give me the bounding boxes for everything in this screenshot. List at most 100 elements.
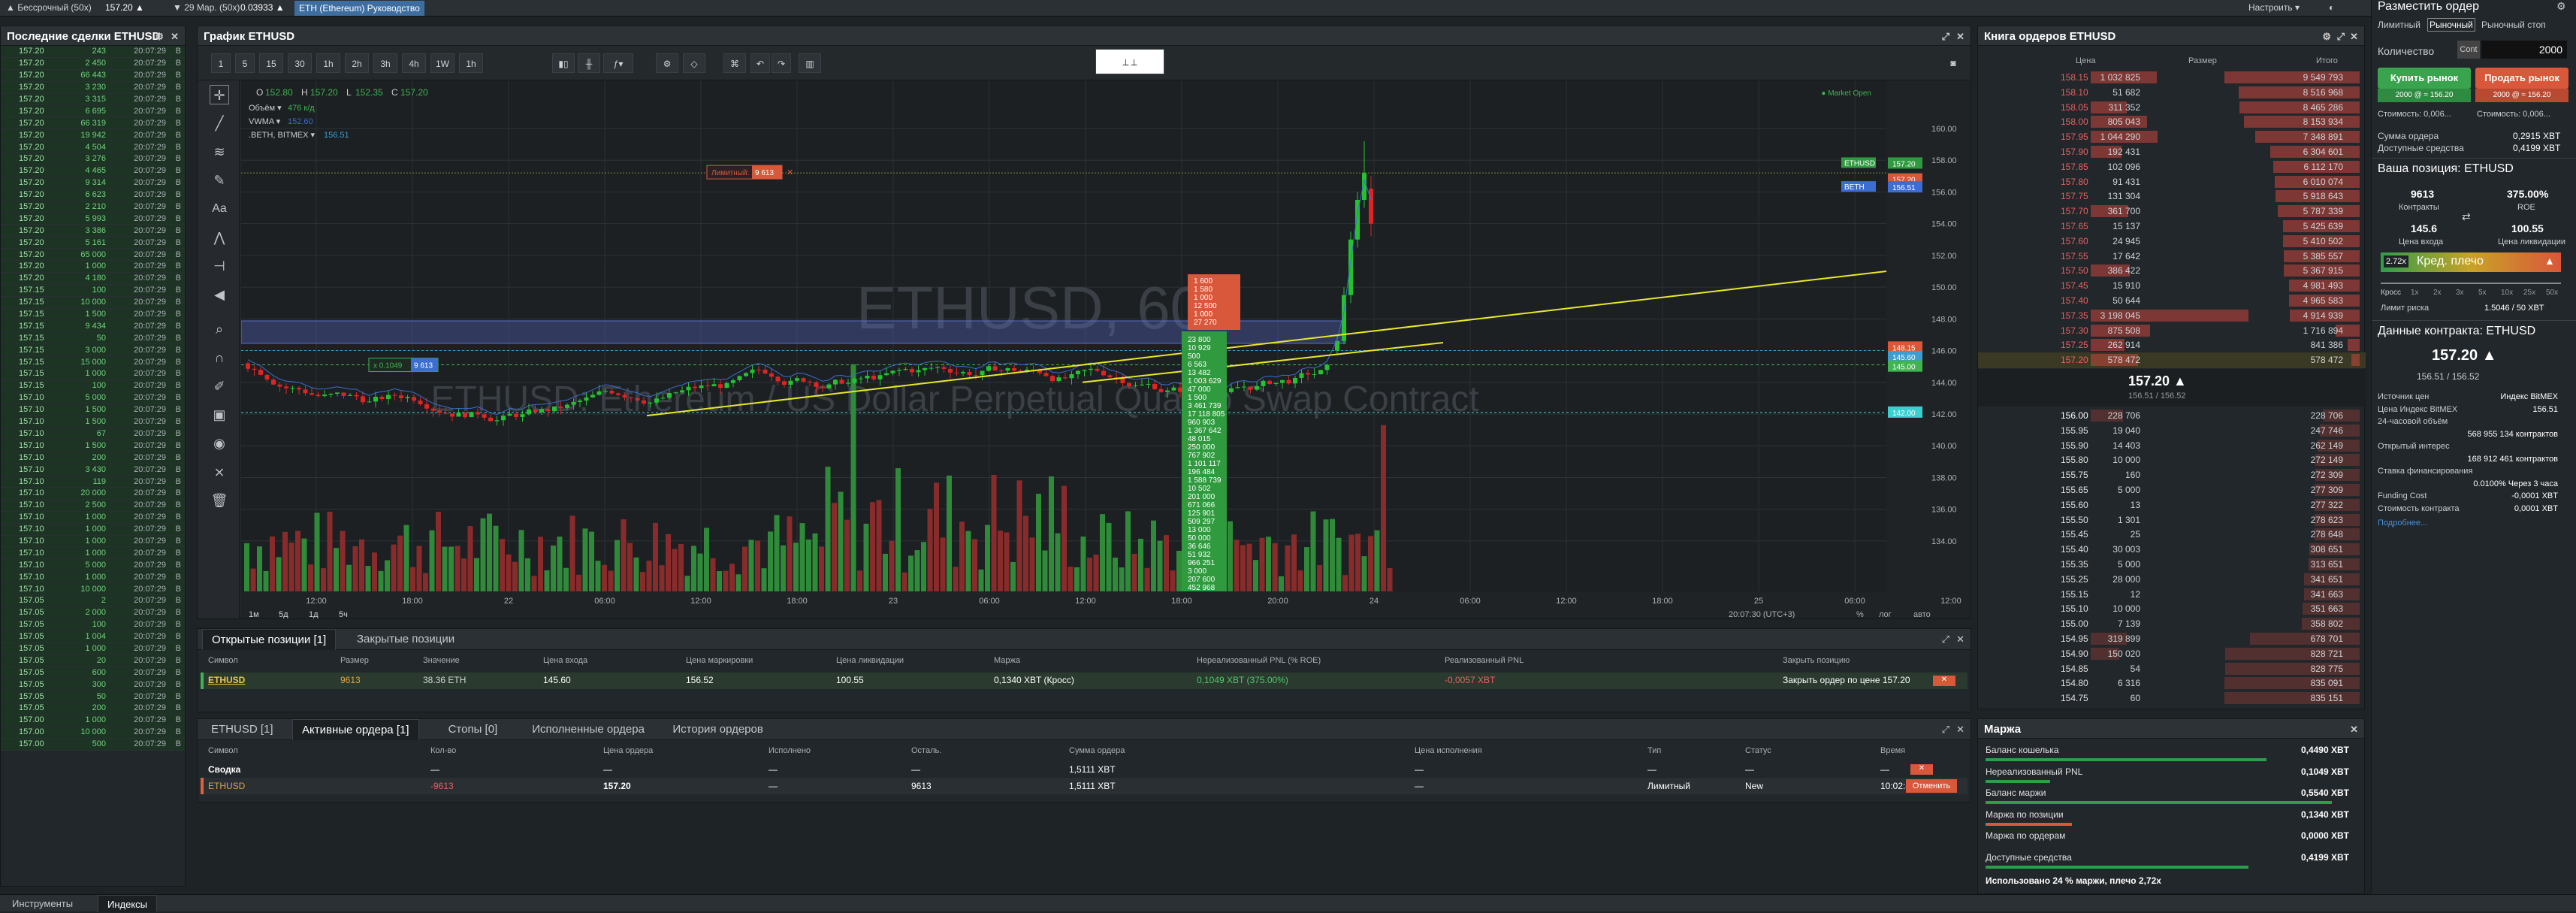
ob-row[interactable]: 155.40 30 003 308 651 <box>1978 542 2366 558</box>
pct-toggle[interactable]: % <box>1856 610 1864 618</box>
ob-row[interactable]: 157.75 131 304 5 918 643 <box>1978 189 2366 204</box>
indicators-icon[interactable]: ƒ▾ <box>603 53 633 73</box>
ob-row[interactable]: 157.80 91 431 6 010 074 <box>1978 174 2366 190</box>
ob-row[interactable]: 155.00 7 139 358 802 <box>1978 616 2366 632</box>
expand-icon[interactable]: ⤢ <box>1942 724 1949 736</box>
price-scale-button[interactable]: ⟂ ⟂ <box>1095 49 1164 74</box>
expand-icon[interactable]: ⤢ <box>1942 633 1949 645</box>
orders-tab[interactable]: История ордеров <box>663 719 772 740</box>
magnet-icon[interactable]: ∩ <box>210 348 229 367</box>
ob-row[interactable]: 155.60 13 277 322 <box>1978 497 2366 513</box>
close-position-icon[interactable]: ✕ <box>1933 676 1955 686</box>
ob-row[interactable]: 157.95 1 044 290 7 348 891 <box>1978 129 2366 145</box>
buy-market-button[interactable]: Купить рынок <box>2378 68 2471 89</box>
close-icon[interactable]: ✕ <box>171 31 179 43</box>
gear-icon[interactable]: ⚙ <box>2556 0 2566 13</box>
settings-icon[interactable]: ⚙ <box>155 31 164 43</box>
ob-row[interactable]: 155.50 1 301 278 623 <box>1978 512 2366 528</box>
time-axis[interactable] <box>241 591 1971 618</box>
template-icon[interactable]: ⌘ <box>723 53 746 73</box>
interval-button[interactable]: 1h <box>316 53 340 73</box>
cross-label[interactable]: Кросс <box>2381 289 2401 297</box>
trash-icon[interactable]: 🗑 <box>210 491 229 510</box>
pos-symbol[interactable]: ETHUSD <box>208 675 245 685</box>
ob-row[interactable]: 158.10 51 682 8 516 968 <box>1978 85 2366 101</box>
tab-instruments[interactable]: Инструменты <box>3 895 82 912</box>
ob-row[interactable]: 157.60 24 945 5 410 502 <box>1978 234 2366 249</box>
ob-row[interactable]: 157.40 50 644 4 965 583 <box>1978 293 2366 309</box>
ob-row[interactable]: 154.75 60 835 151 <box>1978 691 2366 706</box>
ob-row[interactable]: 155.45 25 278 648 <box>1978 527 2366 543</box>
text-icon[interactable]: Aa <box>210 199 229 219</box>
tab-limit[interactable]: Лимитный <box>2378 20 2420 30</box>
interval-button[interactable]: 3h <box>373 53 397 73</box>
ob-row[interactable]: 155.65 5 000 277 309 <box>1978 482 2366 498</box>
lock-icon[interactable]: ▣ <box>210 405 229 425</box>
ob-row[interactable]: 157.65 15 137 5 425 639 <box>1978 219 2366 234</box>
close-icon[interactable]: ✕ <box>1956 633 1964 645</box>
ob-row[interactable]: 157.30 875 508 1 716 894 <box>1978 323 2366 339</box>
interval-button[interactable]: 5 <box>235 53 255 73</box>
brush-icon[interactable]: ✎ <box>210 171 229 190</box>
fib-icon[interactable]: ≋ <box>210 142 229 162</box>
ob-row[interactable]: 155.25 28 000 341 651 <box>1978 572 2366 588</box>
ob-row[interactable]: 157.90 192 431 6 304 601 <box>1978 144 2366 160</box>
ob-row[interactable]: 154.85 54 828 775 <box>1978 661 2366 677</box>
arrow-icon[interactable]: ◀ <box>210 285 229 304</box>
close-icon[interactable]: ✕ <box>2350 724 2358 736</box>
ob-row[interactable]: 155.90 14 403 262 149 <box>1978 438 2366 454</box>
tab-indices[interactable]: Индексы <box>98 895 158 912</box>
price-chart[interactable]: ETHUSD, 60ETHUSD: Ethereum / US Dollar P… <box>241 80 1971 618</box>
ob-row[interactable]: 157.50 386 422 5 367 915 <box>1978 263 2366 279</box>
interval-button[interactable]: 1W <box>430 53 454 73</box>
sell-market-button[interactable]: Продать рынок <box>2475 68 2568 89</box>
pos-close[interactable]: Закрыть ордер по цене 157.20 <box>1783 675 1910 685</box>
compare-icon[interactable]: ◇ <box>683 53 705 73</box>
ob-row[interactable]: 155.15 12 341 663 <box>1978 587 2366 603</box>
ob-row[interactable]: 157.35 3 198 045 4 914 939 <box>1978 308 2366 324</box>
candles-icon[interactable]: ▮▯ <box>552 53 575 73</box>
expand-icon[interactable]: ⤢ <box>2337 31 2345 43</box>
customize-menu[interactable]: Настроить ▾ <box>2248 2 2300 14</box>
interval-button[interactable]: 4h <box>402 53 426 73</box>
ob-row[interactable]: 157.20 578 472 578 472 <box>1978 352 2366 369</box>
ob-row[interactable]: 157.45 15 910 4 981 493 <box>1978 278 2366 294</box>
ob-row[interactable]: 155.80 10 000 272 149 <box>1978 452 2366 468</box>
tab-closed-positions[interactable]: Закрытые позиции <box>348 629 464 650</box>
orders-tab[interactable]: Стопы [0] <box>439 719 507 740</box>
auto-toggle[interactable]: авто <box>1913 610 1931 618</box>
trend-line-icon[interactable]: ╱ <box>210 113 229 133</box>
ob-row[interactable]: 154.90 150 020 828 721 <box>1978 646 2366 662</box>
pencil-lock-icon[interactable]: ✐ <box>210 376 229 396</box>
ob-row[interactable]: 157.70 361 700 5 787 339 <box>1978 204 2366 219</box>
ob-row[interactable]: 158.00 805 043 8 153 934 <box>1978 114 2366 130</box>
camera-icon[interactable]: ◙ <box>1942 53 1964 73</box>
remove-drawings-icon[interactable]: ⨯ <box>210 462 229 482</box>
limit-close-icon[interactable]: ✕ <box>787 168 793 177</box>
leverage-tick[interactable]: 2x <box>2433 289 2442 297</box>
period-button[interactable]: 1м <box>249 610 259 618</box>
ob-row[interactable]: 156.00 228 706 228 706 <box>1978 408 2366 424</box>
range-zone[interactable] <box>241 320 1346 344</box>
tab-open-positions[interactable]: Открытые позиции [1] <box>202 629 337 650</box>
zoom-icon[interactable]: ⌕ <box>210 319 229 339</box>
interval-button[interactable]: 1 <box>211 53 231 73</box>
leverage-tick[interactable]: 50x <box>2546 289 2558 297</box>
leverage-tick[interactable]: 10x <box>2501 289 2513 297</box>
bars-icon[interactable]: ▥ <box>799 53 821 73</box>
cancel-order-button[interactable]: Отменить <box>1906 779 1957 793</box>
redo-icon[interactable]: ↷ <box>772 53 791 73</box>
order-symbol[interactable]: ETHUSD <box>208 781 245 791</box>
gear-icon[interactable]: ⚙ <box>2322 31 2331 43</box>
ob-row[interactable]: 155.95 19 040 247 746 <box>1978 423 2366 439</box>
toggle-icon[interactable]: ◐ <box>2329 2 2334 14</box>
leverage-tick[interactable]: 1x <box>2411 289 2419 297</box>
interval-button[interactable]: 30 <box>288 53 312 73</box>
orders-tab[interactable]: Активные ордера [1] <box>292 719 419 740</box>
tab-stop-market[interactable]: Рыночный стоп <box>2481 20 2546 30</box>
ob-row[interactable]: 155.35 5 000 313 651 <box>1978 557 2366 573</box>
orders-tab[interactable]: ETHUSD [1] <box>202 719 282 740</box>
leverage-bar[interactable]: 2.72x Крeд. плечо ▲ <box>2381 252 2561 272</box>
ob-row[interactable]: 158.15 1 032 825 9 549 793 <box>1978 70 2366 86</box>
leverage-tick[interactable]: 3x <box>2456 289 2464 297</box>
